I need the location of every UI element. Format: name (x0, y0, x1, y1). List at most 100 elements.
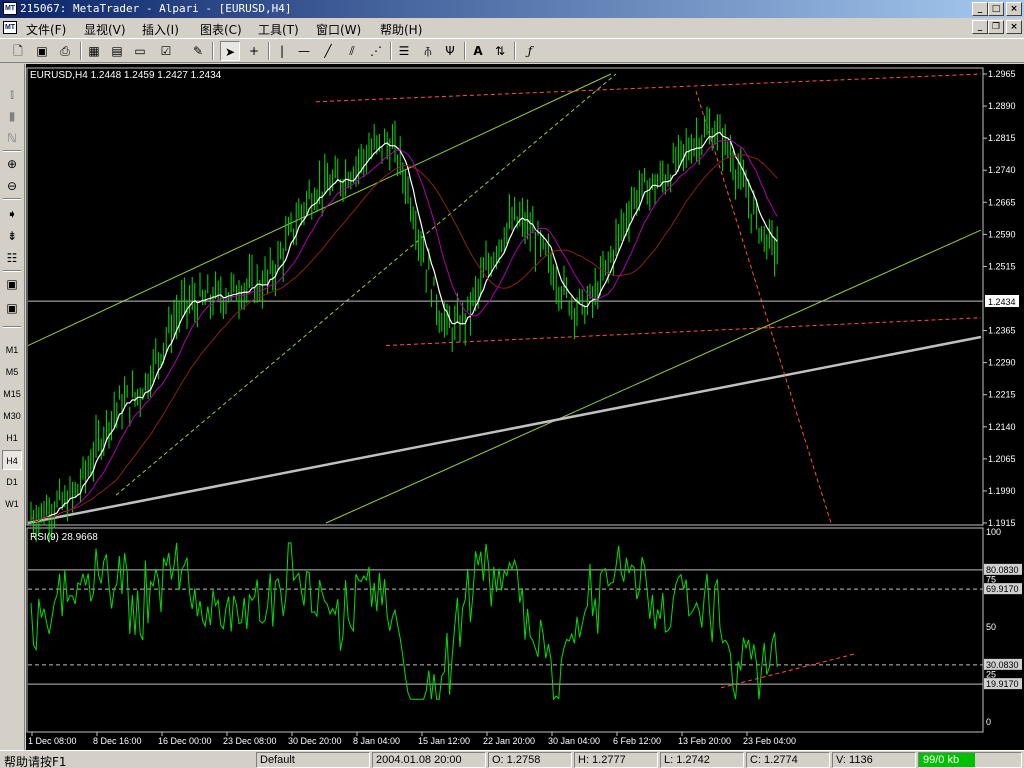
window-title: 215067: MetaTrader - Alpari - [EURUSD,H4… (20, 2, 292, 15)
andrews-pitchfork-icon[interactable]: ⫚ (418, 41, 438, 61)
function-icon[interactable]: ƒ (520, 41, 540, 61)
toolbar-separator (80, 42, 82, 60)
rsi-level-label: 30.0830 (986, 660, 1019, 670)
minimize-button[interactable]: _ (972, 2, 988, 16)
terminal-icon[interactable]: ▭ (130, 41, 150, 61)
time-tick-label: 23 Feb 04:00 (743, 736, 796, 746)
channel-icon[interactable]: ⫽ (342, 41, 362, 61)
text-icon[interactable]: A (468, 41, 488, 61)
connection-text: 99/0 kb (923, 754, 960, 766)
status-bar: 帮助请按F1 Default 2004.01.08 20:00 O: 1.275… (0, 750, 1024, 768)
chart-window-icon[interactable]: MT (3, 21, 17, 34)
zoom-in-icon[interactable]: ⊕ (2, 154, 22, 174)
rsi-panel-frame (26, 527, 984, 733)
rsi-line (30, 542, 778, 701)
menu-charts[interactable]: 图表(C) (200, 21, 242, 38)
time-tick-label: 15 Jan 12:00 (418, 736, 470, 746)
time-tick-label: 8 Jan 04:00 (353, 736, 400, 746)
price-tick-label: 1.2815 (988, 133, 1016, 143)
gann-fan-icon[interactable]: ⋰ (366, 41, 386, 61)
timeframe-m15[interactable]: M15 (2, 384, 22, 404)
close-button[interactable]: × (1006, 2, 1022, 16)
horizontal-line-icon[interactable]: — (294, 41, 314, 61)
crosshair-icon[interactable]: + (244, 41, 264, 61)
price-tick-label: 1.2365 (988, 326, 1016, 336)
price-tick-label: 1.2590 (988, 229, 1016, 239)
toolbar-separator (514, 42, 516, 60)
time-tick-label: 1 Dec 08:00 (28, 736, 77, 746)
timeframe-h4[interactable]: H4 (2, 450, 22, 470)
resistance-line (315, 73, 982, 103)
trendline-icon[interactable]: ╱ (318, 41, 338, 61)
timeframe-m1[interactable]: M1 (2, 340, 22, 360)
time-tick-label: 30 Dec 20:00 (288, 736, 342, 746)
navigator-icon[interactable]: ▤ (107, 41, 127, 61)
price-tick-label: 1.2890 (988, 101, 1016, 111)
cursor-icon[interactable]: ➤ (220, 41, 240, 61)
timeframe-w1[interactable]: W1 (2, 494, 22, 514)
projection-line (695, 90, 832, 524)
menu-insert[interactable]: 插入(I) (142, 21, 179, 38)
menu-file[interactable]: 文件(F) (26, 21, 66, 38)
price-tick-label: 1.2065 (988, 454, 1016, 464)
left-toolbar-separator (3, 326, 21, 328)
ma-mid-line (30, 139, 778, 523)
left-toolbar-separator (3, 150, 21, 152)
price-tick-label: 1.2665 (988, 197, 1016, 207)
price-tick-label: 1.1990 (988, 486, 1016, 496)
menu-window[interactable]: 窗口(W) (316, 21, 361, 38)
menu-view[interactable]: 显视(V) (84, 21, 126, 38)
vertical-line-icon[interactable]: | (272, 41, 292, 61)
mdi-close-button[interactable]: × (1006, 20, 1022, 34)
menu-tools[interactable]: 工具(T) (258, 21, 299, 38)
toolbar-separator (268, 42, 270, 60)
rsi-tick-label: 100 (986, 527, 1001, 537)
timeframe-h1[interactable]: H1 (2, 428, 22, 448)
timeframe-m30[interactable]: M30 (2, 406, 22, 426)
indicators-icon[interactable]: ☷ (2, 248, 22, 268)
chart-window[interactable]: EURUSD,H4 1.2448 1.2459 1.2427 1.2434 RS… (26, 64, 1024, 750)
left-toolbar: ⫾ ▮ ℕ ⊕ ⊖ ➧ ⇟ ☷ ▣ ▣ M1 M5 M15 M30 H1 H4 … (0, 64, 25, 750)
line-chart-icon[interactable]: ℕ (2, 128, 22, 148)
toolbar-separator (212, 42, 214, 60)
arrow-label-icon[interactable]: ⇅ (490, 41, 510, 61)
save-icon[interactable]: ▣ (32, 41, 52, 61)
rsi-layer (28, 542, 983, 701)
maximize-button[interactable]: □ (988, 2, 1004, 16)
print-icon[interactable]: ⎙ (55, 41, 75, 61)
timeframe-d1[interactable]: D1 (2, 472, 22, 492)
toolbar-separator (390, 42, 392, 60)
chart-shift-icon[interactable]: ⇟ (2, 226, 22, 246)
candlestick-icon[interactable]: ▮ (2, 106, 22, 126)
rsi-tick-label: 50 (986, 622, 996, 632)
cycle-lines-icon[interactable]: Ψ (440, 41, 460, 61)
timeframe-m5[interactable]: M5 (2, 362, 22, 382)
time-tick-label: 30 Jan 04:00 (548, 736, 600, 746)
menu-help[interactable]: 帮助(H) (380, 21, 422, 38)
periods-icon[interactable]: ▣ (2, 298, 22, 318)
rsi-level-label: 19.9170 (986, 679, 1019, 689)
bar-chart-icon[interactable]: ⫾ (2, 84, 22, 104)
main-toolbar: 🗋 ▣ ⎙ ▦ ▤ ▭ ☑ ✎ ➤ + | — ╱ ⫽ ⋰ ☰ ⫚ Ψ A ⇅ … (0, 38, 1024, 63)
options-icon[interactable]: ☑ (156, 41, 176, 61)
market-watch-icon[interactable]: ▦ (84, 41, 104, 61)
templates-icon[interactable]: ▣ (2, 274, 22, 294)
profile-field[interactable]: Default (256, 752, 370, 768)
mdi-minimize-button[interactable]: _ (972, 20, 988, 34)
rsi-level-label: 69.9170 (986, 584, 1019, 594)
expert-icon[interactable]: ✎ (188, 41, 208, 61)
zoom-out-icon[interactable]: ⊖ (2, 176, 22, 196)
auto-scroll-icon[interactable]: ➧ (2, 204, 22, 224)
price-tick-label: 1.2290 (988, 358, 1016, 368)
new-chart-icon[interactable]: 🗋 (8, 41, 28, 61)
rsi-tick-label: 0 (986, 717, 991, 727)
ma-slow-line (30, 154, 778, 523)
trendline-dashed (115, 73, 617, 496)
rsi-axis: 100 75 50 25 0 80.0830 69.9170 30.0830 19.9170 (984, 527, 1022, 727)
mdi-restore-button[interactable]: ❐ (988, 20, 1004, 34)
connection-status[interactable]: 99/0 kb (918, 752, 1022, 768)
low-field: L: 1.2742 (660, 752, 744, 768)
fibonacci-icon[interactable]: ☰ (394, 41, 414, 61)
high-field: H: 1.2777 (574, 752, 658, 768)
price-chart[interactable]: EURUSD,H4 1.2448 1.2459 1.2427 1.2434 RS… (26, 64, 1024, 750)
